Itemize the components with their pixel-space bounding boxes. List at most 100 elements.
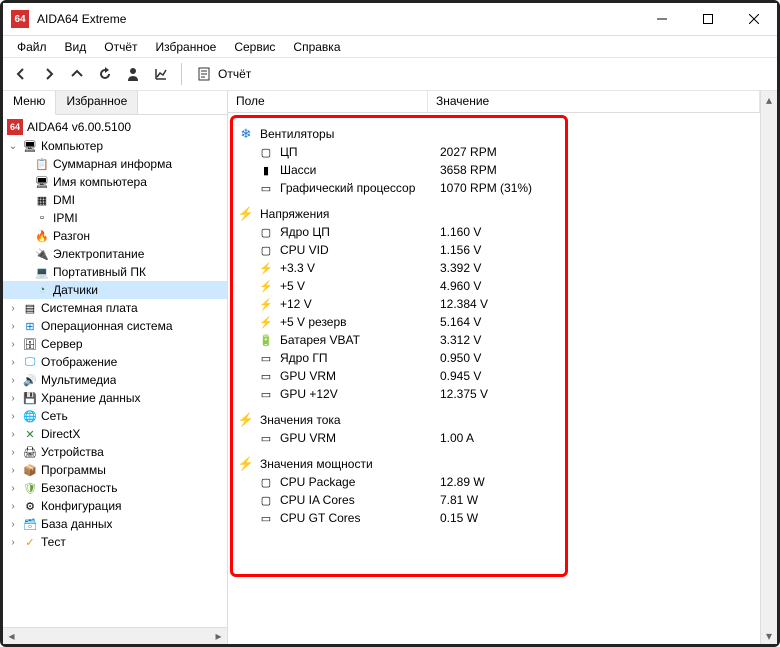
tree-item[interactable]: ›▤Системная плата: [3, 299, 227, 317]
tree-item[interactable]: 🔥Разгон: [3, 227, 227, 245]
collapse-icon[interactable]: ›: [7, 375, 19, 386]
tree-item[interactable]: ›💾Хранение данных: [3, 389, 227, 407]
tree-item[interactable]: 🔌Электропитание: [3, 245, 227, 263]
tree-root[interactable]: 64AIDA64 v6.00.5100: [3, 117, 227, 137]
tree-item[interactable]: ›🌐Сеть: [3, 407, 227, 425]
list-item[interactable]: ▭GPU VRM1.00 A: [238, 429, 760, 447]
left-pane: Меню Избранное 64AIDA64 v6.00.5100⌄🖥Комп…: [3, 91, 228, 644]
tree-item[interactable]: ›✓Тест: [3, 533, 227, 551]
list-item[interactable]: ⚡+5 V резерв5.164 V: [238, 313, 760, 331]
tree-item[interactable]: ›⚙Конфигурация: [3, 497, 227, 515]
nav-up-button[interactable]: [65, 62, 89, 86]
tree-item-label: Отображение: [41, 355, 117, 369]
column-value[interactable]: Значение: [428, 91, 760, 112]
tab-favorites[interactable]: Избранное: [56, 91, 138, 114]
list-item[interactable]: ▢Ядро ЦП1.160 V: [238, 223, 760, 241]
tree-item[interactable]: ›🗄Сервер: [3, 335, 227, 353]
tab-menu[interactable]: Меню: [3, 91, 56, 115]
tree-item[interactable]: ›⊞Операционная система: [3, 317, 227, 335]
tree-item[interactable]: ›🛡Безопасность: [3, 479, 227, 497]
collapse-icon[interactable]: ›: [7, 537, 19, 548]
tree-item-label: Устройства: [41, 445, 104, 459]
tree-item[interactable]: ▦DMI: [3, 191, 227, 209]
list-body[interactable]: ❄Вентиляторы▢ЦП2027 RPM▮Шасси3658 RPM▭Гр…: [228, 113, 760, 644]
refresh-button[interactable]: [93, 62, 117, 86]
volt-icon: ⚡: [238, 456, 254, 472]
tree-item[interactable]: ◔Датчики: [3, 281, 227, 299]
scroll-left-icon[interactable]: ◂: [3, 628, 20, 645]
graph-button[interactable]: [149, 62, 173, 86]
collapse-icon[interactable]: ›: [7, 411, 19, 422]
maximize-button[interactable]: [685, 3, 731, 35]
menu-item[interactable]: Справка: [285, 38, 348, 56]
list-item[interactable]: ▮Шасси3658 RPM: [238, 161, 760, 179]
tree-item[interactable]: ›✕DirectX: [3, 425, 227, 443]
collapse-icon[interactable]: ›: [7, 483, 19, 494]
collapse-icon[interactable]: ›: [7, 465, 19, 476]
list-item[interactable]: ▢ЦП2027 RPM: [238, 143, 760, 161]
menu-item[interactable]: Отчёт: [96, 38, 145, 56]
scroll-right-icon[interactable]: ▸: [210, 628, 227, 645]
menubar: ФайлВидОтчётИзбранноеСервисСправка: [3, 35, 777, 57]
list-item[interactable]: ▭Графический процессор1070 RPM (31%): [238, 179, 760, 197]
collapse-icon[interactable]: ›: [7, 393, 19, 404]
tree-item[interactable]: ▫IPMI: [3, 209, 227, 227]
list-item[interactable]: ▢CPU Package12.89 W: [238, 473, 760, 491]
db-icon: 🗃: [22, 516, 38, 532]
collapse-icon[interactable]: ›: [7, 519, 19, 530]
list-item[interactable]: ⚡+12 V12.384 V: [238, 295, 760, 313]
tree-item[interactable]: ⌄🖥Компьютер: [3, 137, 227, 155]
list-item[interactable]: ▢CPU IA Cores7.81 W: [238, 491, 760, 509]
gpu-icon: ▭: [258, 180, 274, 196]
field-value: 7.81 W: [440, 493, 478, 507]
menu-item[interactable]: Сервис: [226, 38, 283, 56]
collapse-icon[interactable]: ›: [7, 321, 19, 332]
tree-item[interactable]: ›🗃База данных: [3, 515, 227, 533]
cpu-icon: ▢: [258, 492, 274, 508]
field-label: GPU VRM: [280, 369, 440, 383]
list-item[interactable]: ▭GPU +12V12.375 V: [238, 385, 760, 403]
field-label: +3.3 V: [280, 261, 440, 275]
collapse-icon[interactable]: ›: [7, 429, 19, 440]
list-item[interactable]: ▭GPU VRM0.945 V: [238, 367, 760, 385]
list-item[interactable]: ▭Ядро ГП0.950 V: [238, 349, 760, 367]
menu-item[interactable]: Вид: [57, 38, 95, 56]
collapse-icon[interactable]: ›: [7, 303, 19, 314]
collapse-icon[interactable]: ›: [7, 357, 19, 368]
collapse-icon[interactable]: ›: [7, 501, 19, 512]
vertical-scrollbar[interactable]: ▴ ▾: [760, 91, 777, 644]
collapse-icon[interactable]: ›: [7, 447, 19, 458]
tree-item[interactable]: ›🖨Устройства: [3, 443, 227, 461]
tree-view[interactable]: 64AIDA64 v6.00.5100⌄🖥Компьютер📋Суммарная…: [3, 115, 227, 627]
win-icon: ⊞: [22, 318, 38, 334]
tree-item[interactable]: ›📦Программы: [3, 461, 227, 479]
list-item[interactable]: ⚡+3.3 V3.392 V: [238, 259, 760, 277]
list-item[interactable]: ▭CPU GT Cores0.15 W: [238, 509, 760, 527]
tree-item[interactable]: 🖥Имя компьютера: [3, 173, 227, 191]
tree-item[interactable]: 💻Портативный ПК: [3, 263, 227, 281]
tree-item[interactable]: ›🖵Отображение: [3, 353, 227, 371]
nav-back-button[interactable]: [9, 62, 33, 86]
list-item[interactable]: ⚡+5 V4.960 V: [238, 277, 760, 295]
field-label: CPU VID: [280, 243, 440, 257]
report-button[interactable]: Отчёт: [190, 64, 257, 84]
expand-icon[interactable]: ⌄: [7, 141, 19, 152]
field-label: Шасси: [280, 163, 440, 177]
tree-item[interactable]: ›🔊Мультимедиа: [3, 371, 227, 389]
tree-item[interactable]: 📋Суммарная информа: [3, 155, 227, 173]
minimize-button[interactable]: [639, 3, 685, 35]
close-button[interactable]: [731, 3, 777, 35]
scroll-up-icon[interactable]: ▴: [761, 91, 777, 108]
toolbar-separator: [181, 63, 182, 85]
volt-icon: ⚡: [238, 206, 254, 222]
scroll-down-icon[interactable]: ▾: [761, 627, 777, 644]
collapse-icon[interactable]: ›: [7, 339, 19, 350]
list-item[interactable]: ▢CPU VID1.156 V: [238, 241, 760, 259]
list-item[interactable]: 🔋Батарея VBAT3.312 V: [238, 331, 760, 349]
horizontal-scrollbar[interactable]: ◂ ▸: [3, 627, 227, 644]
menu-item[interactable]: Файл: [9, 38, 55, 56]
column-field[interactable]: Поле: [228, 91, 428, 112]
menu-item[interactable]: Избранное: [148, 38, 225, 56]
user-button[interactable]: [121, 62, 145, 86]
nav-forward-button[interactable]: [37, 62, 61, 86]
